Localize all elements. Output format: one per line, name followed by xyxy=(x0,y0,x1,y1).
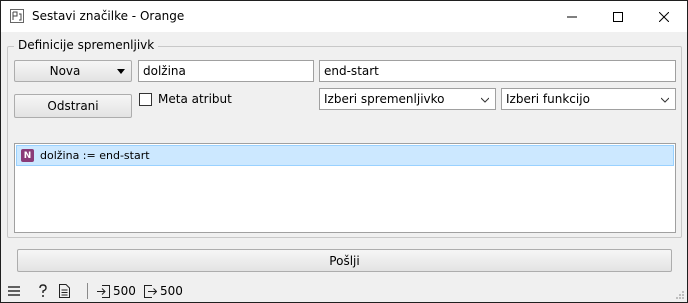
select-function-dropdown[interactable]: Izberi funkcijo xyxy=(501,88,676,110)
title-bar: Sestavi značilke - Orange xyxy=(1,1,687,32)
expression-field[interactable]: end-start xyxy=(319,60,676,82)
main-window: Sestavi značilke - Orange Definicije spr… xyxy=(0,0,688,303)
meta-attribute-checkbox[interactable] xyxy=(139,92,152,106)
orange-app-icon xyxy=(10,9,24,23)
chevron-down-icon xyxy=(661,97,669,103)
output-count: 500 xyxy=(160,284,183,298)
feature-list[interactable]: N dolžina := end-start xyxy=(14,143,676,233)
document-report-icon xyxy=(59,284,70,298)
chevron-down-icon xyxy=(481,97,489,103)
send-button[interactable]: Pošlji xyxy=(17,249,672,272)
dropdown-arrow-icon xyxy=(117,69,125,74)
close-icon xyxy=(659,11,669,22)
output-data-indicator: 500 xyxy=(144,284,183,298)
menu-button[interactable] xyxy=(8,284,20,298)
variable-name-field[interactable]: dolžina xyxy=(138,60,314,82)
data-input-icon xyxy=(97,284,110,298)
hamburger-menu-icon xyxy=(8,286,20,296)
group-title: Definicije spremenljivk xyxy=(14,38,159,52)
input-data-indicator: 500 xyxy=(97,284,136,298)
feature-definition: dolžina := end-start xyxy=(40,149,150,162)
maximize-icon xyxy=(613,11,623,22)
status-separator xyxy=(87,283,88,299)
select-variable-dropdown[interactable]: Izberi spremenljivko xyxy=(319,88,496,110)
minimize-icon xyxy=(567,16,577,17)
resize-grip-icon[interactable] xyxy=(675,290,685,300)
report-button[interactable] xyxy=(59,284,70,298)
new-variable-label: Nova xyxy=(49,64,81,78)
list-item[interactable]: N dolžina := end-start xyxy=(16,145,674,166)
minimize-button[interactable] xyxy=(549,1,595,32)
remove-button[interactable]: Odstrani xyxy=(14,94,132,118)
numeric-type-icon: N xyxy=(21,149,34,162)
close-button[interactable] xyxy=(641,1,687,32)
input-count: 500 xyxy=(113,284,136,298)
meta-attribute-toggle[interactable]: Meta atribut xyxy=(139,91,232,107)
new-variable-button[interactable]: Nova xyxy=(14,60,132,82)
maximize-button[interactable] xyxy=(595,1,641,32)
window-title: Sestavi značilke - Orange xyxy=(32,9,185,23)
select-function-value: Izberi funkcijo xyxy=(506,92,590,106)
data-output-icon xyxy=(144,284,157,298)
status-bar: 500 500 xyxy=(1,280,687,302)
help-question-icon xyxy=(39,284,47,297)
select-variable-value: Izberi spremenljivko xyxy=(324,92,445,106)
meta-attribute-label: Meta atribut xyxy=(158,92,232,106)
help-button[interactable] xyxy=(37,284,49,298)
